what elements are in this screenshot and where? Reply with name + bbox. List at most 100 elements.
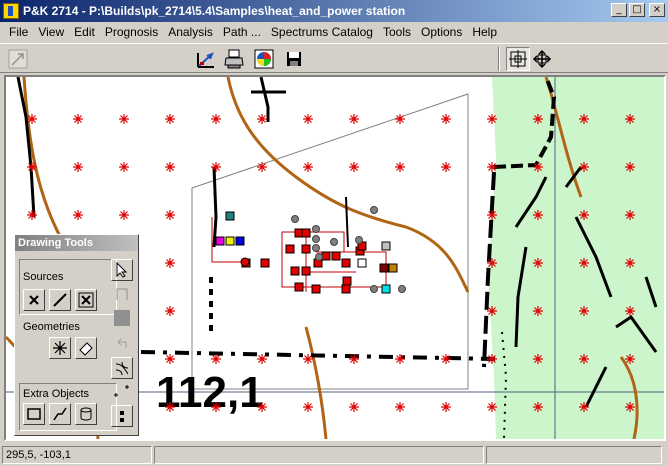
receptor-point[interactable] <box>165 258 175 268</box>
menu-edit[interactable]: Edit <box>69 25 100 39</box>
receptor-point[interactable] <box>533 162 543 172</box>
receptor-point[interactable] <box>165 210 175 220</box>
receptor-point[interactable] <box>165 306 175 316</box>
receptor-point[interactable] <box>27 210 37 220</box>
polyline-button[interactable] <box>49 403 71 425</box>
receptor-point[interactable] <box>257 162 267 172</box>
receptor-point[interactable] <box>579 258 589 268</box>
receptor-point[interactable] <box>625 114 635 124</box>
menu-help[interactable]: Help <box>467 25 502 39</box>
menu-spectrums-catalog[interactable]: Spectrums Catalog <box>266 25 378 39</box>
print-button[interactable] <box>222 47 246 71</box>
receptor-point[interactable] <box>349 402 359 412</box>
receptor-point[interactable] <box>625 162 635 172</box>
receptor-point[interactable] <box>165 114 175 124</box>
receptor-point[interactable] <box>625 210 635 220</box>
palette-title[interactable]: Drawing Tools <box>15 235 138 251</box>
menu-view[interactable]: View <box>33 25 69 39</box>
receptor-point[interactable] <box>533 306 543 316</box>
receptor-point[interactable] <box>625 258 635 268</box>
zoom-region-button[interactable] <box>506 47 530 71</box>
receptor-point[interactable] <box>211 402 221 412</box>
receptor-point[interactable] <box>395 162 405 172</box>
receptor-point[interactable] <box>27 162 37 172</box>
plus-tool-button[interactable] <box>111 381 133 403</box>
receptor-point[interactable] <box>119 114 129 124</box>
receptor-point[interactable] <box>119 210 129 220</box>
receptor-point[interactable] <box>579 306 589 316</box>
receptor-point[interactable] <box>211 162 221 172</box>
more-tools-button[interactable] <box>111 405 133 427</box>
undo-tool-button[interactable] <box>111 333 133 355</box>
fork-tool-button[interactable] <box>111 357 133 379</box>
receptor-point[interactable] <box>303 402 313 412</box>
receptor-point[interactable] <box>73 114 83 124</box>
receptor-point[interactable] <box>27 114 37 124</box>
receptor-point[interactable] <box>73 210 83 220</box>
receptor-point[interactable] <box>441 354 451 364</box>
menu-options[interactable]: Options <box>416 25 467 39</box>
receptor-point[interactable] <box>487 354 497 364</box>
measure-button[interactable] <box>194 47 218 71</box>
menu-file[interactable]: File <box>4 25 33 39</box>
receptor-point[interactable] <box>303 162 313 172</box>
receptor-point[interactable] <box>165 354 175 364</box>
receptor-point[interactable] <box>487 210 497 220</box>
receptor-point[interactable] <box>165 402 175 412</box>
receptor-point[interactable] <box>441 162 451 172</box>
receptor-point[interactable] <box>441 402 451 412</box>
receptor-point[interactable] <box>625 402 635 412</box>
menu-analysis[interactable]: Analysis <box>163 25 218 39</box>
receptor-point[interactable] <box>533 402 543 412</box>
receptor-point[interactable] <box>257 114 267 124</box>
menu-tools[interactable]: Tools <box>378 25 416 39</box>
receptor-point[interactable] <box>533 210 543 220</box>
receptor-button[interactable] <box>49 337 71 359</box>
select-tool-button[interactable] <box>111 259 133 281</box>
close-button[interactable]: × <box>649 3 665 17</box>
cylinder-button[interactable] <box>75 403 97 425</box>
receptor-point[interactable] <box>395 354 405 364</box>
line-source-button[interactable] <box>49 289 71 311</box>
receptor-point[interactable] <box>257 354 267 364</box>
receptor-point[interactable] <box>579 402 589 412</box>
receptor-point[interactable] <box>533 354 543 364</box>
receptor-point[interactable] <box>349 162 359 172</box>
source-marker[interactable] <box>215 236 225 246</box>
receptor-point[interactable] <box>303 114 313 124</box>
color-settings-button[interactable] <box>252 47 276 71</box>
receptor-point[interactable] <box>579 114 589 124</box>
receptor-point[interactable] <box>303 354 313 364</box>
receptor-point[interactable] <box>211 354 221 364</box>
select-arrow-button[interactable] <box>6 47 30 71</box>
minimize-button[interactable]: _ <box>611 3 627 17</box>
source-marker[interactable] <box>235 236 245 246</box>
receptor-point[interactable] <box>349 114 359 124</box>
receptor-point[interactable] <box>441 114 451 124</box>
receptor-point[interactable] <box>349 354 359 364</box>
menu-path[interactable]: Path ... <box>218 25 266 39</box>
receptor-point[interactable] <box>533 114 543 124</box>
receptor-point[interactable] <box>579 354 589 364</box>
receptor-point[interactable] <box>625 306 635 316</box>
receptor-point[interactable] <box>579 162 589 172</box>
save-button[interactable] <box>282 47 306 71</box>
receptor-point[interactable] <box>395 114 405 124</box>
receptor-point[interactable] <box>395 402 405 412</box>
receptor-point[interactable] <box>579 210 589 220</box>
app-icon[interactable] <box>3 3 19 19</box>
source-marker[interactable] <box>225 236 235 246</box>
receptor-point[interactable] <box>119 162 129 172</box>
pan-button[interactable] <box>530 47 554 71</box>
receptor-point[interactable] <box>211 114 221 124</box>
source-marker[interactable] <box>225 211 235 221</box>
rectangle-button[interactable] <box>23 403 45 425</box>
polygon-tool-button[interactable] <box>111 283 133 305</box>
eraser-button[interactable] <box>75 337 97 359</box>
point-source-button[interactable] <box>23 289 45 311</box>
receptor-point[interactable] <box>487 258 497 268</box>
receptor-point[interactable] <box>625 354 635 364</box>
drawing-tools-palette[interactable]: Drawing Tools Sources Geometries Extra O… <box>14 234 139 436</box>
fill-tool-button[interactable] <box>111 307 133 329</box>
area-source-button[interactable] <box>75 289 97 311</box>
